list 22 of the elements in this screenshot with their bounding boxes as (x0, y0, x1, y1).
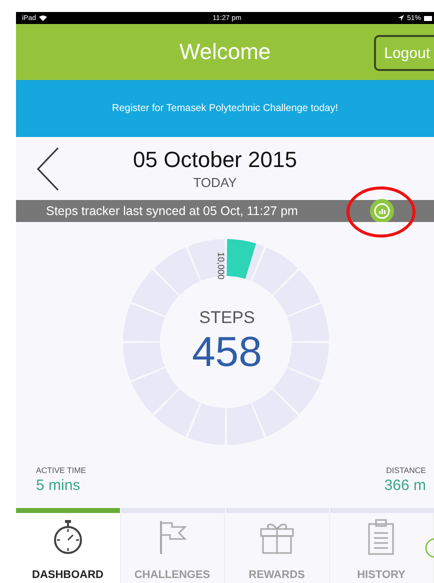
steps-count: 458 (192, 328, 262, 376)
stat-label: ACTIVE TIME (36, 466, 86, 475)
annotation-circle (346, 186, 416, 238)
date-subtitle: TODAY (193, 175, 237, 190)
banner-text[interactable]: Register for Temasek Polytechnic Challenge today! (112, 103, 338, 114)
location-icon (398, 15, 404, 21)
stat-value: 5 mins (36, 477, 82, 494)
header-title: Welcome (179, 39, 271, 65)
wifi-icon (39, 15, 48, 21)
steps-label: STEPS (199, 308, 255, 328)
sync-status: Steps tracker last synced at 05 Oct, 11:27 pm (46, 204, 298, 218)
battery-icon (424, 16, 432, 20)
tab[interactable]: DASHBOARD (16, 513, 120, 583)
stopwatch-icon (52, 519, 84, 555)
clipboard-icon (367, 519, 396, 555)
stat-value: 366 m (384, 477, 426, 494)
date-title: 05 October 2015 (133, 147, 297, 173)
logout-button[interactable]: Logout (374, 35, 434, 71)
goal-label: 10,000 (216, 252, 226, 280)
sync-chart-icon[interactable] (370, 199, 394, 223)
progress-fill (226, 239, 256, 279)
stat-label: DISTANCE (386, 466, 426, 475)
